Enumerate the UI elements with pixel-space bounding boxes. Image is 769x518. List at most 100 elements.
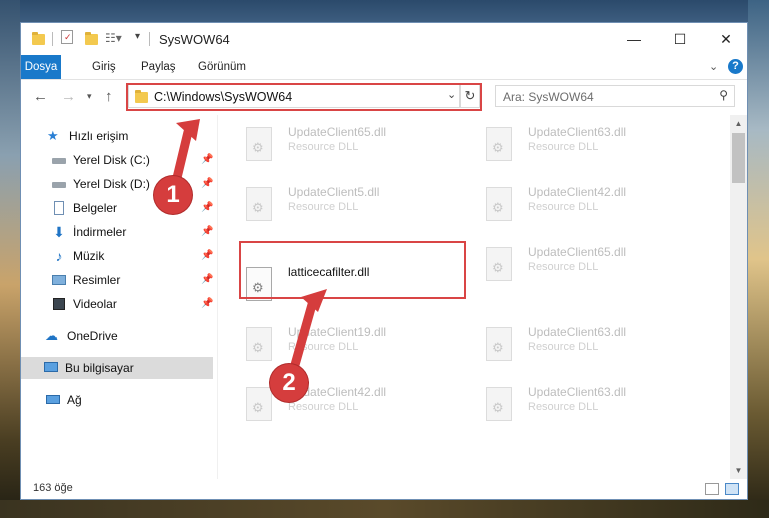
sidebar-item-downloads[interactable]: ⬇ İndirmeler [51,221,126,243]
item-count: 163 öğe [33,482,73,494]
sidebar-item-label: Yerel Disk (D:) [73,177,150,191]
dll-file-icon [486,187,512,221]
scroll-up-icon[interactable]: ▲ [730,119,747,128]
file-tile[interactable]: UpdateClient63.dll Resource DLL [478,383,698,433]
dll-file-icon [246,187,272,221]
file-name: UpdateClient63.dll [528,385,627,399]
pin-icon[interactable]: 📌 [201,178,213,189]
forward-button[interactable]: → [61,88,76,105]
search-placeholder: Ara: SysWOW64 [503,90,594,104]
scroll-thumb[interactable] [732,133,745,183]
search-input[interactable]: Ara: SysWOW64 ⚲ [495,85,735,107]
minimize-button[interactable]: — [611,23,657,55]
sidebar-item-documents[interactable]: Belgeler [51,197,117,219]
sidebar-item-pictures[interactable]: Resimler [51,269,120,291]
sidebar-item-music[interactable]: ♪ Müzik [51,245,105,267]
close-button[interactable]: ✕ [703,23,749,55]
file-type: Resource DLL [288,341,359,353]
sidebar-item-label: Bu bilgisayar [65,361,134,375]
videos-icon [51,297,67,311]
file-type: Resource DLL [528,261,599,273]
dll-file-icon [246,127,272,161]
file-type: Resource DLL [288,401,359,413]
up-button[interactable]: ↑ [105,88,113,105]
sidebar-item-local-disk-d[interactable]: Yerel Disk (D:) [51,173,150,195]
ribbon-tabs: Dosya Giriş Paylaş Görünüm ⌄ ? [21,55,747,80]
file-tile[interactable]: UpdateClient63.dll Resource DLL [478,123,698,173]
dll-file-icon [246,387,272,421]
desktop-wallpaper-left [0,0,20,518]
maximize-button[interactable]: ☐ [657,23,703,55]
file-tile[interactable]: UpdateClient65.dll Resource DLL [238,123,458,173]
sidebar-item-label: Müzik [73,249,105,263]
title-bar: ✓ ☷▾ ▾ SysWOW64 — ☐ ✕ [21,23,747,55]
documents-icon [51,200,67,215]
drive-icon [51,177,67,191]
file-tile[interactable]: UpdateClient63.dll Resource DLL [478,323,698,373]
folder-icon[interactable] [32,32,45,45]
file-type: Resource DLL [288,201,359,213]
file-type: Resource DLL [288,141,359,153]
sidebar-item-label: Hızlı erişim [69,129,129,143]
navigation-pane: ★ Hızlı erişim Yerel Disk (C:) 📌 Yerel Di… [21,115,217,479]
file-name: UpdateClient63.dll [528,325,627,339]
computer-icon [43,361,59,375]
tab-share[interactable]: Paylaş [132,55,185,79]
network-icon [45,393,61,407]
dll-file-icon [486,247,512,281]
desktop-wallpaper-bottom [0,500,769,518]
status-bar: 163 öğe [21,479,747,499]
sidebar-item-label: Resimler [73,273,121,287]
drive-icon [51,153,67,167]
pin-icon[interactable]: 📌 [201,202,213,213]
sidebar-item-local-disk-c[interactable]: Yerel Disk (C:) [51,149,150,171]
tab-file[interactable]: Dosya [21,55,61,79]
pictures-icon [51,273,67,287]
pin-icon[interactable]: 📌 [201,274,213,285]
window-title: SysWOW64 [159,32,230,47]
tab-home[interactable]: Giriş [83,55,125,79]
file-name: UpdateClient5.dll [288,185,380,199]
music-icon: ♪ [55,247,63,264]
sidebar-item-videos[interactable]: Videolar [51,293,117,315]
callout-2: 2 [270,364,308,402]
pin-icon[interactable]: 📌 [201,298,213,309]
customize-toolbar-icon[interactable]: ☷▾ [105,31,122,47]
file-tile[interactable]: UpdateClient5.dll Resource DLL [238,183,458,233]
sidebar-item-network[interactable]: Ağ [45,389,82,411]
sidebar-item-this-pc[interactable]: Bu bilgisayar [21,357,213,379]
properties-icon[interactable]: ✓ [61,30,73,44]
back-button[interactable]: ← [33,88,48,105]
vertical-scrollbar[interactable]: ▲ ▼ [730,115,747,479]
file-tile[interactable]: UpdateClient19.dll Resource DLL [238,323,458,373]
sidebar-item-quick-access[interactable]: ★ Hızlı erişim [47,125,128,147]
tab-view[interactable]: Görünüm [189,55,255,79]
callout-1: 1 [154,176,192,214]
file-tile[interactable]: UpdateClient42.dll Resource DLL [478,183,698,233]
sidebar-item-label: OneDrive [67,329,118,343]
dll-file-icon [486,327,512,361]
pin-icon[interactable]: 📌 [201,250,213,261]
pin-icon[interactable]: 📌 [201,154,213,165]
file-type: Resource DLL [528,201,599,213]
expand-ribbon-icon[interactable]: ⌄ [709,60,718,73]
dll-file-icon [486,387,512,421]
pin-icon[interactable]: 📌 [201,226,213,237]
desktop-wallpaper-right [748,0,769,518]
new-folder-icon[interactable] [85,32,98,45]
large-icons-view-icon[interactable] [725,483,739,495]
dll-file-icon [486,127,512,161]
details-view-icon[interactable] [705,483,719,495]
scroll-down-icon[interactable]: ▼ [730,466,747,475]
sidebar-item-label: Belgeler [73,201,118,215]
recent-locations-icon[interactable]: ▾ [87,91,92,102]
chevron-down-icon[interactable]: ▾ [135,31,140,47]
file-tile[interactable]: UpdateClient65.dll Resource DLL [478,243,698,293]
help-icon[interactable]: ? [728,59,743,74]
sidebar-item-onedrive[interactable]: ☁ OneDrive [45,325,118,347]
sidebar-item-label: Yerel Disk (C:) [73,153,150,167]
file-name: UpdateClient42.dll [528,185,627,199]
dll-file-icon [246,327,272,361]
sidebar-item-label: İndirmeler [73,225,127,239]
file-name: UpdateClient65.dll [528,245,627,259]
